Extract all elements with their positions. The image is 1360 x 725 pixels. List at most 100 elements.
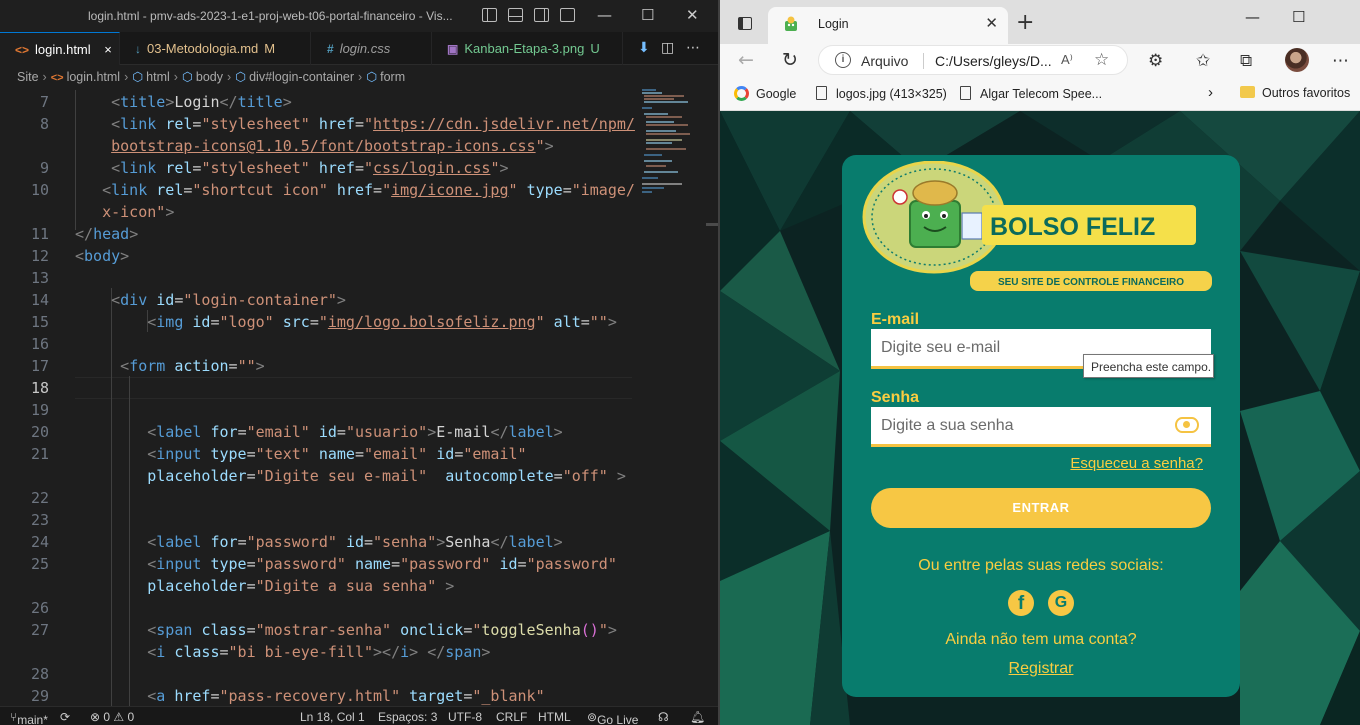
breadcrumb-div[interactable]: div#login-container [249, 70, 354, 84]
code-line: <img id="logo" src="img/logo.bolsofeliz.… [147, 313, 617, 331]
code-line: <label for="password" id="senha">Senha</… [147, 533, 563, 551]
line-number: 22 [30, 489, 49, 507]
line-number: 12 [30, 247, 49, 265]
feedback-icon[interactable]: ☊ [658, 710, 669, 724]
extensions-icon[interactable]: ⚙ [1148, 51, 1163, 71]
toggle-panel-icon[interactable] [508, 8, 523, 22]
bookmark-other-favorites[interactable]: Outros favoritos [1240, 86, 1350, 100]
minimize-icon[interactable]: — [597, 6, 612, 24]
line-number: 13 [30, 269, 49, 287]
back-icon[interactable]: ← [738, 49, 754, 71]
toggle-secondary-sidebar-icon[interactable] [534, 8, 549, 22]
branch-indicator[interactable]: ⑂ main* [10, 710, 48, 725]
more-actions-icon[interactable]: ⋯ [686, 40, 700, 56]
maximize-icon[interactable]: ☐ [641, 6, 654, 24]
minimap[interactable] [640, 87, 704, 227]
css-file-icon: # [327, 42, 334, 56]
code-line: <input type="password" name="password" i… [147, 555, 617, 573]
code-line: <title>Login</title> [111, 93, 292, 111]
logo-tagline-text: SEU SITE DE CONTROLE FINANCEIRO [998, 277, 1184, 288]
code-line: placeholder="Digite seu e-mail" autocomp… [147, 467, 626, 485]
cursor-position[interactable]: Ln 18, Col 1 [300, 710, 365, 724]
line-number: 14 [30, 291, 49, 309]
breadcrumb-site[interactable]: Site [17, 70, 39, 84]
indentation[interactable]: Espaços: 3 [378, 710, 437, 724]
profile-avatar[interactable] [1285, 48, 1309, 72]
go-live-button[interactable]: ⊚ Go Live [587, 710, 638, 725]
untracked-badge: U [590, 41, 600, 56]
line-ending[interactable]: CRLF [496, 710, 527, 724]
page-icon [816, 86, 827, 100]
bolso-feliz-logo: BOLSO FELIZ SEU SITE DE CONTROLE FINANCE… [862, 161, 1212, 291]
code-line: bootstrap-icons@1.10.5/font/bootstrap-ic… [111, 137, 554, 155]
forgot-password-link[interactable]: Esqueceu a senha? [1070, 455, 1203, 472]
edge-browser-window: Login ✕ + — ☐ ← ↻ i Arquivo C:/Users/gle… [720, 0, 1360, 725]
customize-layout-icon[interactable] [560, 8, 575, 22]
sync-icon[interactable]: ⟳ [60, 710, 70, 724]
tab-metodologia-md[interactable]: ↓ 03-Metodologia.md M [121, 32, 311, 65]
read-aloud-icon[interactable]: A⁾ [1061, 52, 1073, 68]
favorites-icon[interactable]: ✩ [1196, 51, 1210, 71]
split-editor-icon[interactable]: ◫ [661, 40, 674, 56]
tab-login-html[interactable]: <> login.html × [0, 32, 120, 65]
tab-label: 03-Metodologia.md [147, 41, 259, 56]
line-number: 8 [39, 115, 49, 133]
breadcrumb-form[interactable]: form [380, 70, 405, 84]
breadcrumb-html[interactable]: html [146, 70, 170, 84]
toggle-sidebar-icon[interactable] [482, 8, 497, 22]
line-number: 7 [39, 93, 49, 111]
new-tab-button[interactable]: + [1016, 10, 1034, 35]
address-bar[interactable]: i Arquivo C:/Users/gleys/D... A⁾ ☆ [818, 45, 1128, 75]
breadcrumb-body[interactable]: body [196, 70, 223, 84]
problems-indicator[interactable]: ⊗ 0 ⚠ 0 [90, 710, 134, 724]
collections-icon[interactable]: ⧉ [1240, 51, 1252, 71]
google-icon [734, 86, 749, 101]
element-icon: ⬡ [181, 70, 193, 84]
language-mode[interactable]: HTML [538, 710, 571, 724]
tab-login-css[interactable]: # login.css [312, 32, 432, 65]
close-icon[interactable]: ✕ [686, 6, 699, 24]
bookmark-logos[interactable]: logos.jpg (413×325) [816, 86, 947, 101]
tab-kanban-png[interactable]: ▣ Kanban-Etapa-3.png U [433, 32, 623, 65]
line-number: 19 [30, 401, 49, 419]
code-line: <input type="text" name="email" id="emai… [147, 445, 527, 463]
page-icon [960, 86, 971, 100]
password-field-wrapper [871, 407, 1211, 447]
element-icon: ⬡ [132, 70, 144, 84]
show-password-eye-icon[interactable] [1175, 417, 1199, 433]
email-label: E-mail [871, 311, 920, 328]
add-favorite-icon[interactable]: ☆ [1094, 50, 1109, 70]
tab-close-icon[interactable]: ✕ [985, 14, 998, 32]
bookmark-algar[interactable]: Algar Telecom Spee... [960, 86, 1102, 101]
code-line: <body> [75, 247, 130, 265]
code-editor[interactable]: 7 <title>Login</title> 8 <link rel="styl… [0, 90, 640, 706]
chevron-right-icon[interactable]: › [1208, 84, 1213, 101]
google-icon[interactable]: G [1048, 590, 1074, 616]
notifications-icon[interactable]: 🔔︎ [690, 710, 705, 724]
info-icon[interactable]: i [835, 52, 851, 68]
refresh-icon[interactable]: ↻ [782, 49, 798, 71]
compare-icon[interactable]: ⬇ [638, 40, 650, 56]
browser-tab-login[interactable]: Login ✕ [768, 7, 1008, 44]
facebook-icon[interactable]: f [1008, 590, 1034, 616]
address-url[interactable]: C:/Users/gleys/D... [935, 53, 1052, 69]
tab-actions-icon[interactable] [738, 17, 752, 30]
code-line: <div id="login-container"> [111, 291, 346, 309]
settings-more-icon[interactable]: ⋯ [1332, 51, 1349, 71]
tab-close-icon[interactable]: × [104, 42, 112, 57]
maximize-icon[interactable]: ☐ [1292, 8, 1305, 26]
social-login-text: Ou entre pelas suas redes sociais: [918, 557, 1164, 574]
minimize-icon[interactable]: — [1245, 8, 1260, 26]
register-link[interactable]: Registrar [1009, 660, 1074, 677]
line-number: 28 [30, 665, 49, 683]
code-line: <span class="mostrar-senha" onclick="tog… [147, 621, 617, 639]
encoding[interactable]: UTF-8 [448, 710, 482, 724]
enter-button[interactable]: ENTRAR [871, 488, 1211, 528]
editor-scrollbar[interactable] [704, 87, 718, 706]
modified-badge: M [264, 41, 276, 56]
password-input[interactable] [871, 407, 1171, 444]
breadcrumb-file[interactable]: login.html [67, 70, 121, 84]
bookmark-google[interactable]: Google [734, 86, 796, 101]
line-number-current: 18 [30, 379, 49, 397]
line-number: 26 [30, 599, 49, 617]
